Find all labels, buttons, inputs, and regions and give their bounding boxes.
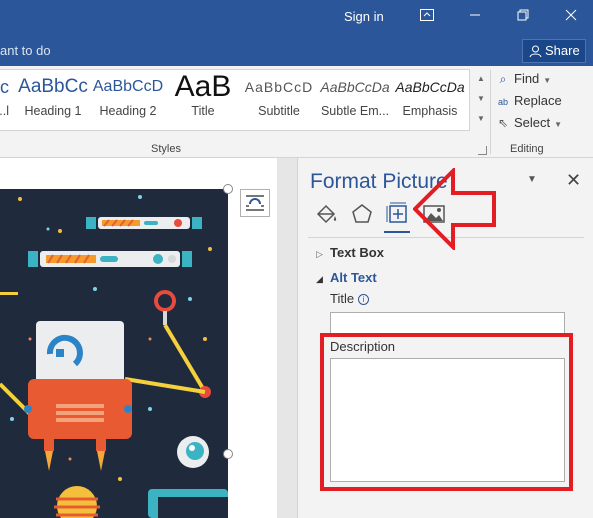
style-preview: AaBbCcD <box>92 78 164 95</box>
style-heading-1[interactable]: AaBbCc Heading 1 <box>14 70 92 130</box>
more-styles-icon[interactable]: ▼ <box>474 109 488 129</box>
scroll-down-icon[interactable]: ▼ <box>474 89 488 109</box>
red-highlight-box <box>320 333 573 491</box>
cursor-icon: ⇖ <box>497 116 509 130</box>
find-button[interactable]: ⌕ Find ▼ <box>496 71 552 87</box>
document-page[interactable] <box>0 158 277 518</box>
style-label: Subtitle <box>258 104 300 118</box>
close-icon[interactable] <box>560 6 582 28</box>
share-label: Share <box>545 43 580 58</box>
ribbon-display-options-button[interactable] <box>416 6 438 28</box>
chevron-down-icon: ◢ <box>316 274 323 284</box>
active-tab-indicator <box>384 231 410 233</box>
styles-gallery: ...c ...l AaBbCc Heading 1 AaBbCcD Headi… <box>0 69 470 131</box>
chevron-down-icon: ▼ <box>543 76 552 85</box>
style-preview: AaBbCc <box>18 76 88 97</box>
resize-handle[interactable] <box>223 449 233 459</box>
find-label: Find <box>514 71 540 86</box>
pentagon-icon <box>352 204 372 223</box>
ribbon: ...c ...l AaBbCc Heading 1 AaBbCcD Headi… <box>0 66 593 158</box>
chevron-right-icon: ▷ <box>316 249 323 259</box>
style-title[interactable]: AaB Title <box>164 70 242 130</box>
layout-options-button[interactable] <box>240 189 270 217</box>
style-preview: AaBbCcDa <box>395 79 465 95</box>
style-normal[interactable]: ...c ...l <box>0 70 9 130</box>
replace-button[interactable]: ab Replace <box>496 93 562 108</box>
alt-text-section[interactable]: ◢ Alt Text <box>316 270 377 285</box>
style-subtle-emphasis[interactable]: AaBbCcDa Subtle Em... <box>316 70 394 130</box>
style-preview: ...c <box>0 77 9 97</box>
style-preview: AaBbCcDa <box>320 79 390 95</box>
chevron-down-icon: ▼ <box>554 120 563 129</box>
replace-label: Replace <box>514 93 562 108</box>
text-box-label: Text Box <box>330 245 384 260</box>
tell-me-search[interactable]: ant to do <box>0 43 51 58</box>
styles-group-label: Styles <box>151 143 181 155</box>
effects-tab[interactable] <box>348 200 376 228</box>
style-label: ...l <box>0 104 9 118</box>
person-icon <box>529 45 542 58</box>
title-field-label: Title i <box>330 291 370 306</box>
tell-me-bar: ant to do Share <box>0 36 593 66</box>
document-area <box>0 158 297 518</box>
title-label: Title <box>330 291 355 306</box>
share-button[interactable]: Share <box>522 39 586 63</box>
style-preview: AaBbCcD <box>244 79 314 95</box>
minimize-button[interactable] <box>464 6 486 28</box>
red-arrow-annotation <box>413 168 496 250</box>
select-label: Select <box>514 115 551 130</box>
close-icon[interactable]: ✕ <box>566 170 581 191</box>
layout-properties-tab[interactable] <box>384 200 412 228</box>
fill-line-tab[interactable] <box>312 200 340 228</box>
text-box-section[interactable]: ▷ Text Box <box>316 245 384 260</box>
group-separator <box>490 70 491 154</box>
style-emphasis[interactable]: AaBbCcDa Emphasis <box>391 70 469 130</box>
select-button[interactable]: ⇖ Select ▼ <box>496 115 562 130</box>
info-icon[interactable]: i <box>358 294 370 305</box>
style-label: Heading 1 <box>24 104 82 118</box>
sign-in-link[interactable]: Sign in <box>344 9 384 24</box>
gallery-scroll: ▲ ▼ ▼ <box>474 69 488 131</box>
find-icon: ⌕ <box>499 72 507 86</box>
style-label: Subtle Em... <box>320 104 390 118</box>
editing-group-label: Editing <box>510 143 544 155</box>
style-heading-2[interactable]: AaBbCcD Heading 2 <box>89 70 167 130</box>
restore-button[interactable] <box>512 6 534 28</box>
dialog-launcher-icon[interactable] <box>478 146 487 155</box>
resize-handle[interactable] <box>223 184 233 194</box>
replace-icon: ab <box>497 97 508 107</box>
paint-bucket-icon <box>316 204 337 224</box>
title-bar: Sign in <box>0 0 593 36</box>
size-properties-icon <box>386 202 407 223</box>
style-label: Title <box>191 104 215 118</box>
robot-illustration[interactable] <box>0 189 228 518</box>
chevron-down-icon[interactable]: ▼ <box>527 174 537 185</box>
title-input[interactable] <box>330 312 565 334</box>
scroll-up-icon[interactable]: ▲ <box>474 69 488 89</box>
style-subtitle[interactable]: AaBbCcD Subtitle <box>240 70 318 130</box>
style-label: Heading 2 <box>99 104 157 118</box>
style-label: Emphasis <box>402 104 458 118</box>
alt-text-label: Alt Text <box>330 270 377 285</box>
style-preview: AaB <box>174 70 232 103</box>
